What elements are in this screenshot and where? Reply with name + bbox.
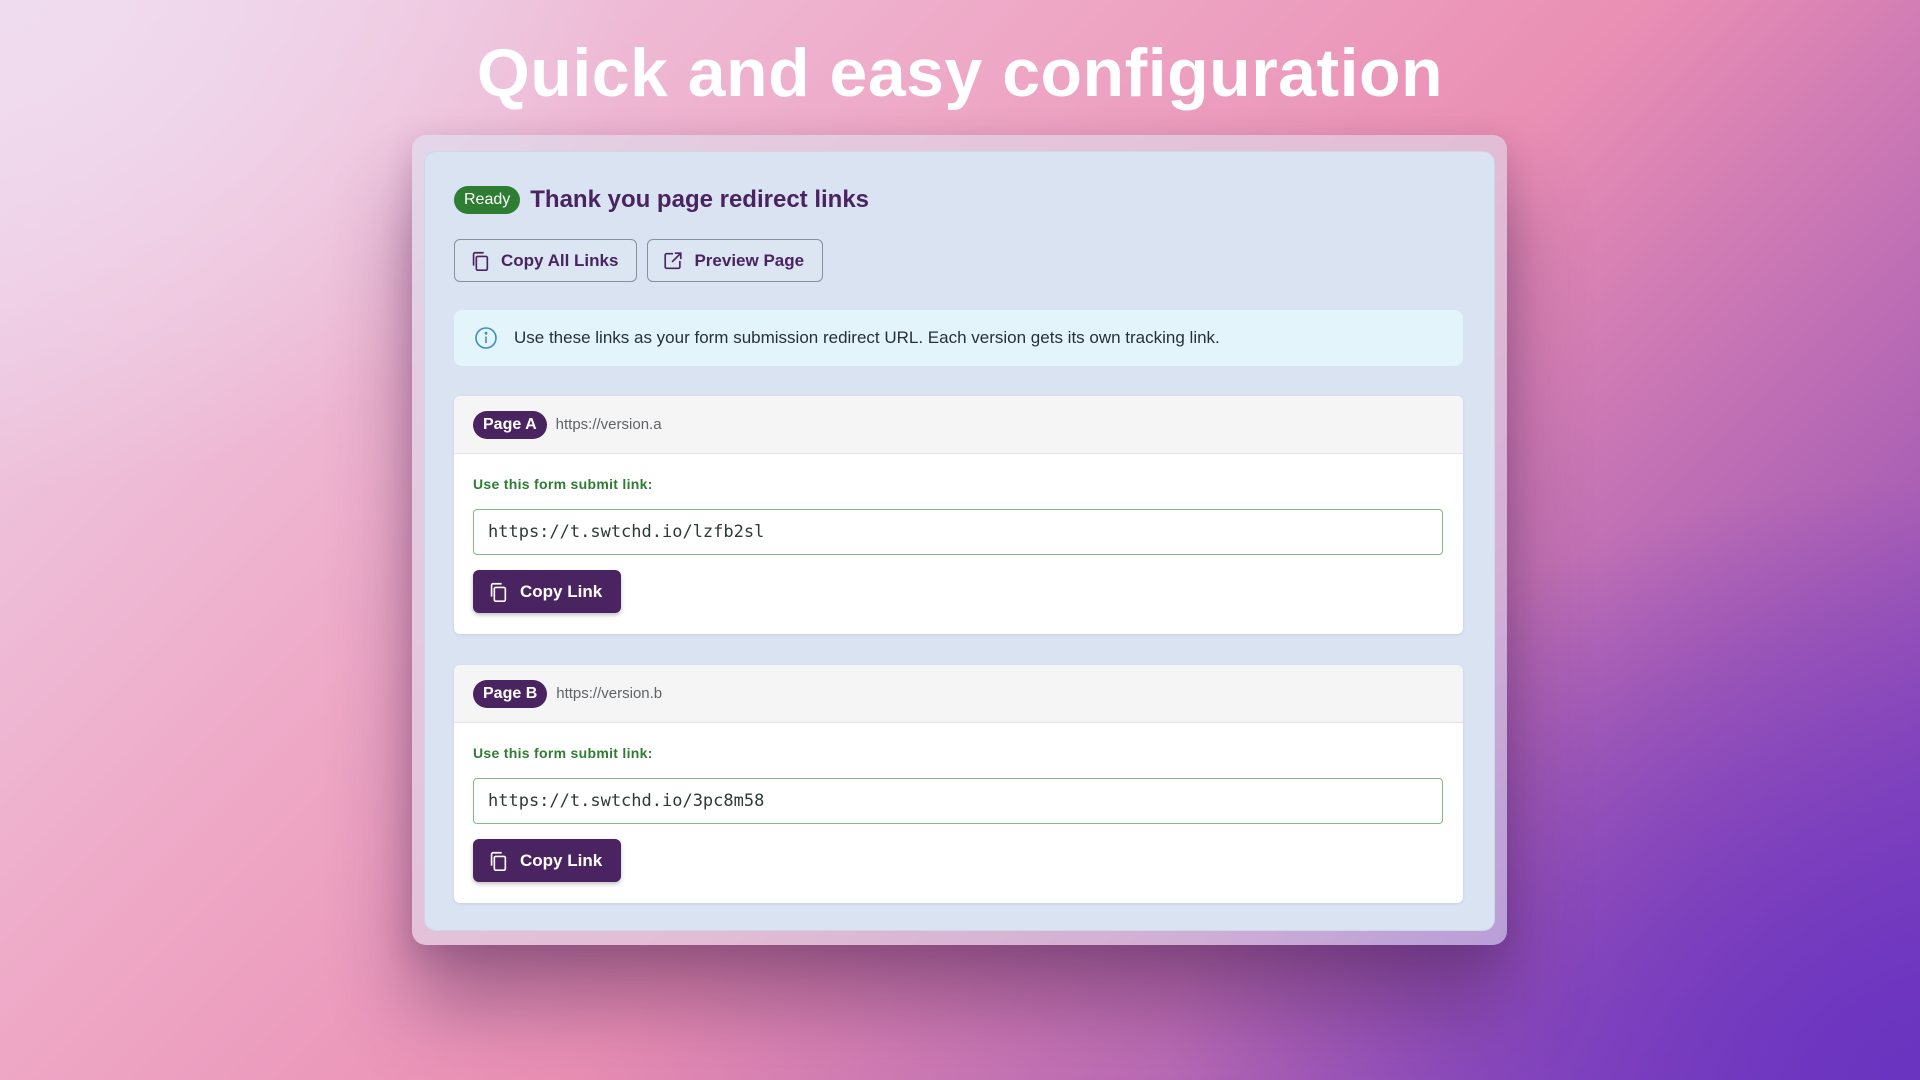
submit-link-label: Use this form submit link: bbox=[473, 476, 653, 492]
info-text: Use these links as your form submission … bbox=[514, 328, 1220, 347]
app-window: Ready Thank you page redirect links Copy… bbox=[412, 135, 1507, 945]
copy-all-links-label: Copy All Links bbox=[501, 250, 619, 270]
copy-icon bbox=[469, 250, 491, 272]
action-toolbar: Copy All Links Preview Page bbox=[454, 239, 833, 282]
page-a-card-header: Page A https://version.a bbox=[454, 396, 1463, 454]
page-url: https://version.b bbox=[556, 685, 663, 702]
copy-link-label: Copy Link bbox=[520, 581, 603, 601]
copy-link-label: Copy Link bbox=[520, 850, 603, 870]
page-b-card-body: Use this form submit link: Copy Link bbox=[454, 723, 1463, 882]
copy-link-button[interactable]: Copy Link bbox=[473, 839, 622, 882]
page-headline: Quick and easy configuration bbox=[476, 35, 1444, 111]
page-badge: Page B bbox=[473, 679, 548, 708]
copy-all-links-button[interactable]: Copy All Links bbox=[454, 239, 638, 282]
preview-page-label: Preview Page bbox=[694, 250, 805, 270]
panel-title: Thank you page redirect links bbox=[530, 186, 870, 213]
page-url: https://version.a bbox=[555, 416, 662, 433]
page-a-card-body: Use this form submit link: Copy Link bbox=[454, 454, 1463, 613]
page-b-card: Page B https://version.b Use this form s… bbox=[454, 665, 1463, 903]
preview-page-button[interactable]: Preview Page bbox=[647, 239, 824, 282]
page-badge: Page A bbox=[473, 410, 547, 439]
info-icon bbox=[474, 326, 498, 350]
info-alert: Use these links as your form submission … bbox=[454, 310, 1463, 366]
panel-header: Ready Thank you page redirect links bbox=[454, 186, 869, 214]
submit-link-input[interactable] bbox=[473, 778, 1443, 824]
submit-link-label: Use this form submit link: bbox=[473, 745, 653, 761]
external-link-icon bbox=[662, 250, 684, 272]
copy-link-button[interactable]: Copy Link bbox=[473, 570, 622, 613]
page-b-card-header: Page B https://version.b bbox=[454, 665, 1463, 723]
page-a-card: Page A https://version.a Use this form s… bbox=[454, 396, 1463, 634]
submit-link-input[interactable] bbox=[473, 509, 1443, 555]
status-badge: Ready bbox=[454, 186, 521, 214]
copy-icon bbox=[487, 850, 509, 872]
copy-icon bbox=[487, 581, 509, 603]
redirect-links-panel: Ready Thank you page redirect links Copy… bbox=[424, 151, 1495, 931]
